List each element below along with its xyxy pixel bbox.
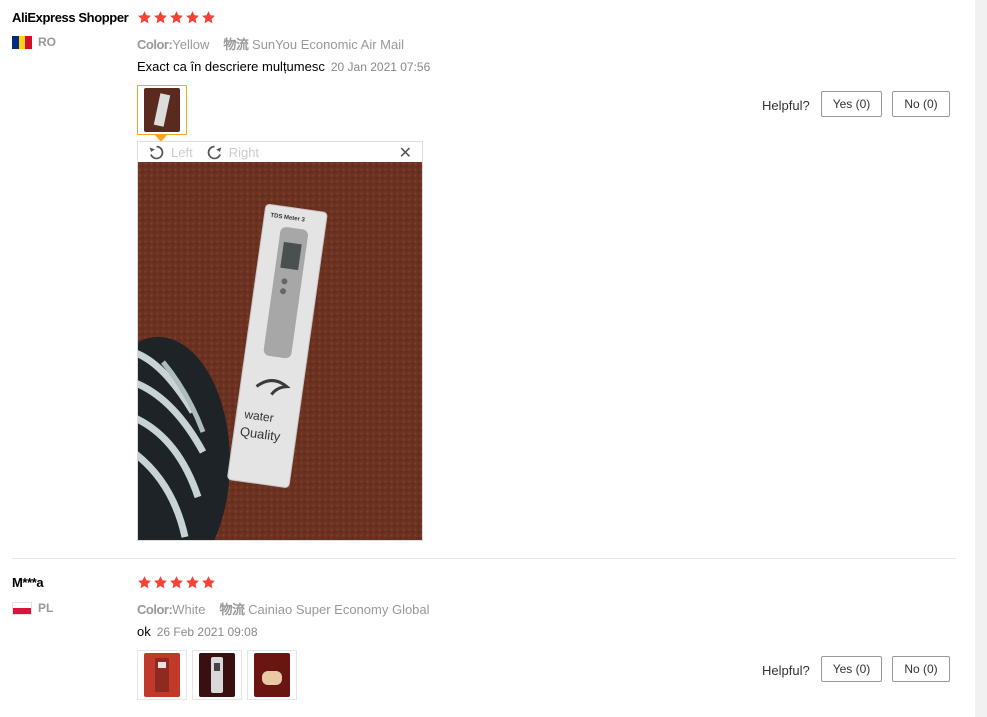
rotate-right-button[interactable]: Right <box>206 144 259 161</box>
review-text: ok 26 Feb 2021 09:08 <box>137 624 258 639</box>
shipping-label: 物流 <box>219 602 246 617</box>
star-rating <box>137 10 216 25</box>
country-code: PL <box>38 601 54 615</box>
star-icon <box>186 11 199 24</box>
helpful-label: Helpful? <box>762 98 810 113</box>
star-icon <box>170 576 183 589</box>
shipping-value: SunYou Economic Air Mail <box>252 37 405 52</box>
reviewer-country: RO <box>12 35 56 49</box>
helpful-label: Helpful? <box>762 663 810 678</box>
flag-romania-icon <box>12 35 33 49</box>
star-rating <box>137 575 216 590</box>
review-item: M***a PL Color:White 物流 Cainiao Super Eco… <box>0 566 970 717</box>
review-body: Exact ca în descriere mulțumesc <box>137 59 325 74</box>
reviewer-name: AliExpress Shopper <box>12 10 129 25</box>
review-photo-thumb[interactable] <box>247 650 297 700</box>
review-photo-thumbnail <box>254 653 290 697</box>
review-date: 26 Feb 2021 09:08 <box>156 625 258 639</box>
color-label: Color: <box>137 602 173 617</box>
review-photo-thumbnail <box>199 653 235 697</box>
rotate-left-label: Left <box>171 144 193 160</box>
review-item: AliExpress Shopper RO Color:Yellow 物流 Sun… <box>0 0 970 558</box>
star-icon <box>138 11 151 24</box>
order-info: Color:Yellow 物流 SunYou Economic Air Mail <box>137 34 404 53</box>
shipping-label: 物流 <box>223 37 249 52</box>
rotate-right-label: Right <box>228 144 260 160</box>
order-info: Color:White 物流 Cainiao Super Economy Glob… <box>137 599 430 618</box>
star-icon <box>154 576 167 589</box>
rotate-left-button[interactable]: Left <box>148 144 193 161</box>
photo-viewer: Left Right ✕ TDS Meter 3 water Quality <box>137 141 423 541</box>
flag-poland-icon <box>12 601 32 615</box>
close-icon[interactable]: ✕ <box>399 143 412 163</box>
color-value: White <box>172 602 206 617</box>
review-photo-thumbnail <box>144 88 180 132</box>
reviewer-name: M***a <box>12 575 44 590</box>
review-photo-image: TDS Meter 3 water Quality <box>138 162 422 540</box>
helpful-yes-button[interactable]: Yes (0) <box>821 656 882 682</box>
star-icon <box>202 11 215 24</box>
color-label: Color: <box>137 37 173 52</box>
review-photo-thumbnail <box>144 653 180 697</box>
star-icon <box>186 576 199 589</box>
review-date: 20 Jan 2021 07:56 <box>330 60 431 74</box>
helpful-no-button[interactable]: No (0) <box>892 656 950 682</box>
star-icon <box>202 576 215 589</box>
helpful-no-button[interactable]: No (0) <box>892 91 950 117</box>
country-code: RO <box>38 35 56 49</box>
reviewer-country: PL <box>12 601 53 615</box>
review-photo-thumb[interactable] <box>137 85 187 142</box>
color-value: Yellow <box>172 37 210 52</box>
rotate-left-icon <box>149 145 164 159</box>
review-photo-thumb[interactable] <box>192 650 242 700</box>
shipping-value: Cainiao Super Economy Global <box>248 602 430 617</box>
review-body: ok <box>137 624 151 639</box>
review-photo-large: TDS Meter 3 water Quality <box>138 162 422 540</box>
star-icon <box>154 11 167 24</box>
review-text: Exact ca în descriere mulțumesc 20 Jan 20… <box>137 59 430 74</box>
star-icon <box>138 576 151 589</box>
review-divider <box>12 558 956 559</box>
review-photo-thumb[interactable] <box>137 650 187 700</box>
star-icon <box>170 11 183 24</box>
page-scrollbar[interactable] <box>975 0 987 717</box>
rotate-right-icon <box>207 145 221 159</box>
photo-viewer-toolbar: Left Right ✕ <box>138 142 422 162</box>
helpful-yes-button[interactable]: Yes (0) <box>821 91 882 117</box>
